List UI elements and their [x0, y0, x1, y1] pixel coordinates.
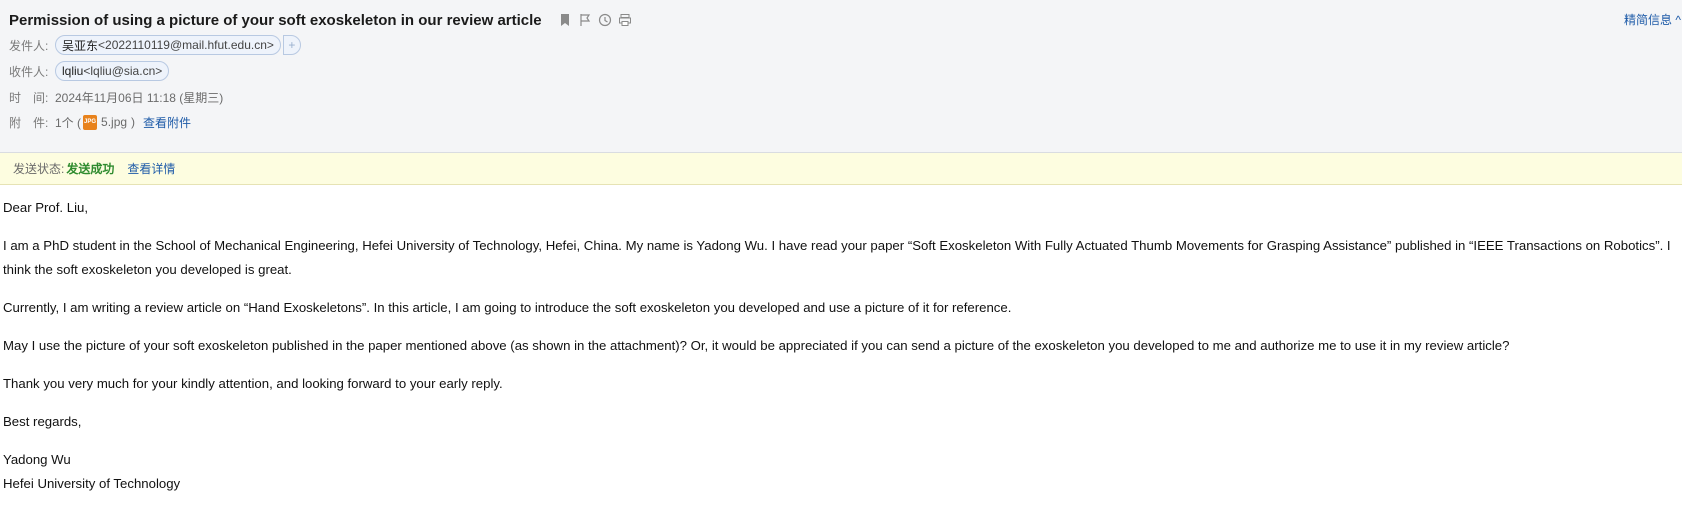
signature-organization: Hefei University of Technology	[3, 476, 181, 491]
add-contact-button[interactable]: +	[282, 35, 301, 55]
attachment-label: 附 件:	[9, 115, 49, 130]
attachment-close-paren: )	[131, 115, 136, 129]
sender-label: 发件人:	[9, 38, 49, 53]
recipient-email: <lqliu@sia.cn>	[83, 64, 163, 78]
body-paragraph-4: Thank you very much for your kindly atte…	[3, 376, 503, 391]
sender-row: 发件人: 吴亚东 <2022110119@mail.hfut.edu.cn> +	[9, 35, 301, 55]
time-row: 时 间: 2024年11月06日 11:18 (星期三)	[9, 87, 223, 107]
flag-icon[interactable]	[578, 13, 592, 27]
subject-actions	[558, 13, 632, 27]
mail-subject: Permission of using a picture of your so…	[9, 11, 542, 29]
condensed-info-toggle[interactable]: 精简信息 ^	[1624, 11, 1681, 28]
sent-time: 2024年11月06日 11:18 (星期三)	[55, 90, 224, 105]
attachment-filename[interactable]: 5.jpg	[101, 115, 127, 129]
view-attachment-link[interactable]: 查看附件	[143, 114, 191, 131]
print-icon[interactable]	[618, 13, 632, 27]
signature-name: Yadong Wu	[3, 452, 71, 467]
time-label: 时 间:	[9, 90, 49, 105]
body-paragraph-3: May I use the picture of your soft exosk…	[3, 338, 1510, 353]
body-paragraph-1: I am a PhD student in the School of Mech…	[3, 238, 1671, 277]
send-status-bar: 发送状态: 发送成功 查看详情	[0, 153, 1682, 185]
body-paragraph-2: Currently, I am writing a review article…	[3, 300, 1012, 315]
recipient-row: 收件人: lqliu <lqliu@sia.cn>	[9, 61, 170, 81]
subject-row: Permission of using a picture of your so…	[9, 9, 632, 31]
recipient-label: 收件人:	[9, 64, 49, 79]
signature: Yadong Wu Hefei University of Technology	[3, 448, 1679, 496]
jpg-file-icon: JPG	[83, 114, 98, 130]
recipient-name: lqliu	[62, 64, 84, 78]
view-details-link[interactable]: 查看详情	[127, 160, 175, 177]
attachment-row: 附 件: 1个 ( JPG 5.jpg ) 查看附件	[9, 112, 191, 132]
send-status-value: 发送成功	[66, 162, 115, 176]
sender-email: <2022110119@mail.hfut.edu.cn>	[98, 38, 274, 52]
mail-header: Permission of using a picture of your so…	[0, 0, 1682, 153]
recipient-address-pill[interactable]: lqliu <lqliu@sia.cn>	[55, 61, 170, 81]
attachment-count: 1个 (	[55, 115, 82, 130]
send-status-label: 发送状态:	[13, 162, 65, 176]
clock-icon[interactable]	[598, 13, 612, 27]
sender-address-pill[interactable]: 吴亚东 <2022110119@mail.hfut.edu.cn>	[55, 35, 281, 55]
sender-name: 吴亚东	[62, 38, 99, 53]
greeting: Dear Prof. Liu,	[3, 200, 89, 215]
bookmark-icon[interactable]	[558, 13, 572, 27]
closing: Best regards,	[3, 414, 82, 429]
mail-body: Dear Prof. Liu, I am a PhD student in th…	[3, 196, 1679, 496]
